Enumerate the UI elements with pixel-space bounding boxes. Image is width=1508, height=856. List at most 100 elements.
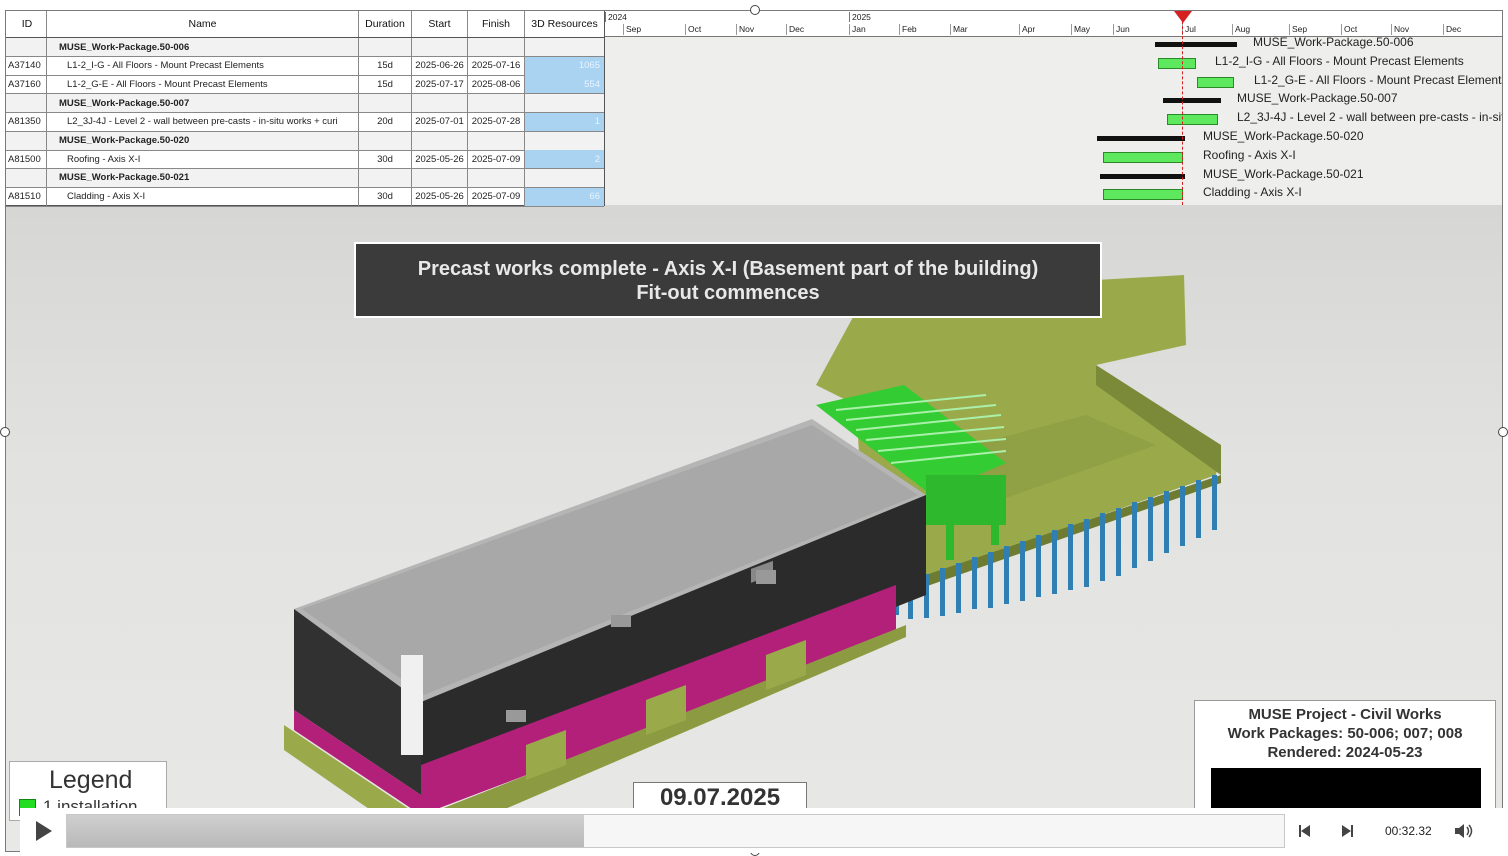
cell-name: L2_3J-4J - Level 2 - wall between pre-ca…: [47, 112, 359, 131]
cell-resources: [525, 38, 604, 56]
project-title: MUSE Project - Civil Works: [1248, 706, 1442, 723]
cell-name: L1-2_G-E - All Floors - Mount Precast El…: [47, 75, 359, 94]
column-header-finish[interactable]: Finish: [468, 11, 525, 37]
cell-resources: [525, 131, 604, 150]
playback-time: 00:32.32: [1385, 824, 1432, 838]
table-row[interactable]: A37160 L1-2_G-E - All Floors - Mount Prec…: [6, 75, 604, 95]
resize-handle-right[interactable]: [1498, 427, 1508, 437]
work-packages: Work Packages: 50-006; 007; 008: [1227, 725, 1463, 742]
month-label: Apr: [1019, 24, 1071, 35]
cell-finish: [468, 168, 525, 187]
cell-name: Cladding - Axis X-I: [47, 187, 359, 206]
seek-progress: [67, 815, 585, 847]
month-label: Aug: [1232, 24, 1289, 35]
gantt-bar-label: MUSE_Work-Package.50-021: [1203, 166, 1364, 181]
timescale: 2024 2025 Sep Oct Nov Dec Jan Feb Mar Apr May Jun…: [605, 11, 1502, 37]
play-icon[interactable]: [30, 818, 56, 844]
cell-finish: [468, 94, 525, 113]
table-row[interactable]: A81500 Roofing - Axis X-I 30d 2025-05-26 202…: [6, 150, 604, 170]
column-header-name[interactable]: Name: [47, 11, 359, 37]
cell-duration: [359, 38, 412, 56]
summary-bar[interactable]: [1163, 98, 1221, 104]
month-label: Jul: [1182, 24, 1232, 35]
month-label: Jan: [849, 24, 899, 35]
cell-id: A81350: [6, 112, 47, 131]
table-row[interactable]: A81350 L2_3J-4J - Level 2 - wall between …: [6, 112, 604, 132]
task-bar[interactable]: [1158, 57, 1196, 69]
cell-start: 2025-06-26: [412, 56, 468, 75]
table-row[interactable]: A37140 L1-2_I-G - All Floors - Mount Prec…: [6, 56, 604, 76]
task-bar[interactable]: [1103, 189, 1183, 201]
gantt-bar-label: MUSE_Work-Package.50-006: [1253, 35, 1414, 49]
cell-finish: 2025-08-06: [468, 75, 525, 94]
video-player-controls: 00:32.32: [20, 808, 1505, 853]
cell-start: 2025-05-26: [412, 187, 468, 206]
month-label: Dec: [1443, 24, 1502, 35]
column-header-duration[interactable]: Duration: [359, 11, 412, 37]
cell-duration: [359, 131, 412, 150]
cell-id: A37140: [6, 56, 47, 75]
caption-line-2: Fit-out commences: [636, 282, 820, 304]
table-row[interactable]: A81510 Cladding - Axis X-I 30d 2025-05-26 20…: [6, 187, 604, 207]
month-label: Oct: [1341, 24, 1391, 35]
cell-resources: 1: [525, 112, 604, 131]
cell-start: [412, 94, 468, 113]
month-label: Sep: [623, 24, 685, 35]
table-row-group[interactable]: MUSE_Work-Package.50-006: [6, 38, 604, 57]
cell-finish: 2025-07-09: [468, 187, 525, 206]
cell-name: Roofing - Axis X-I: [47, 150, 359, 169]
cell-resources: [525, 168, 604, 187]
cell-finish: 2025-07-28: [468, 112, 525, 131]
volume-icon[interactable]: [1453, 822, 1475, 840]
task-bar[interactable]: [1197, 76, 1234, 88]
cell-duration: 15d: [359, 56, 412, 75]
cell-id: A81510: [6, 187, 47, 206]
cell-id: [6, 38, 47, 56]
caption-line-1: Precast works complete - Axis X-I (Basem…: [417, 258, 1039, 280]
gantt-bar-label: L1-2_G-E - All Floors - Mount Precast El…: [1254, 72, 1503, 87]
cell-duration: 20d: [359, 112, 412, 131]
table-row-group[interactable]: MUSE_Work-Package.50-007: [6, 94, 604, 114]
summary-bar[interactable]: [1155, 42, 1237, 47]
cell-resources: 554: [525, 75, 604, 94]
cell-id: [6, 168, 47, 187]
schedule-table: ID Name Duration Start Finish 3D Resourc…: [6, 11, 605, 207]
video-frame: ID Name Duration Start Finish 3D Resourc…: [5, 10, 1503, 852]
summary-bar[interactable]: [1100, 173, 1185, 179]
cell-start: 2025-07-17: [412, 75, 468, 94]
cell-name: MUSE_Work-Package.50-020: [47, 131, 359, 150]
legend-title: Legend: [49, 766, 133, 794]
cell-finish: 2025-07-09: [468, 150, 525, 169]
cell-resources: 2: [525, 150, 604, 169]
cell-id: A37160: [6, 75, 47, 94]
task-bar[interactable]: [1167, 114, 1218, 126]
caption-overlay: Precast works complete - Axis X-I (Basem…: [354, 242, 1102, 318]
month-label: Nov: [736, 24, 786, 35]
summary-bar[interactable]: [1097, 136, 1185, 141]
year-label: 2024: [605, 12, 852, 22]
cell-name: MUSE_Work-Package.50-007: [47, 94, 359, 113]
cell-start: 2025-05-26: [412, 150, 468, 169]
month-label: Jun: [1113, 24, 1182, 35]
column-header-resources[interactable]: 3D Resources: [525, 11, 604, 37]
task-bar[interactable]: [1103, 151, 1183, 163]
column-header-start[interactable]: Start: [412, 11, 468, 37]
resize-handle-top[interactable]: [750, 5, 760, 15]
cell-start: 2025-07-01: [412, 112, 468, 131]
cell-start: [412, 38, 468, 56]
cell-finish: 2025-07-16: [468, 56, 525, 75]
table-row-group[interactable]: MUSE_Work-Package.50-020: [6, 131, 604, 151]
table-row-group[interactable]: MUSE_Work-Package.50-021: [6, 168, 604, 188]
step-forward-icon[interactable]: [1337, 822, 1355, 840]
gantt-bar-label: MUSE_Work-Package.50-020: [1203, 129, 1364, 143]
cell-start: [412, 168, 468, 187]
cell-id: A81500: [6, 150, 47, 169]
resize-handle-left[interactable]: [0, 427, 10, 437]
month-label: Sep: [1289, 24, 1341, 35]
step-back-icon[interactable]: [1297, 822, 1315, 840]
seek-bar[interactable]: [66, 814, 1285, 848]
column-header-id[interactable]: ID: [6, 11, 47, 37]
gantt-bar-label: Roofing - Axis X-I: [1203, 147, 1296, 162]
month-label: Dec: [786, 24, 849, 35]
status-date-marker[interactable]: [1174, 11, 1192, 23]
